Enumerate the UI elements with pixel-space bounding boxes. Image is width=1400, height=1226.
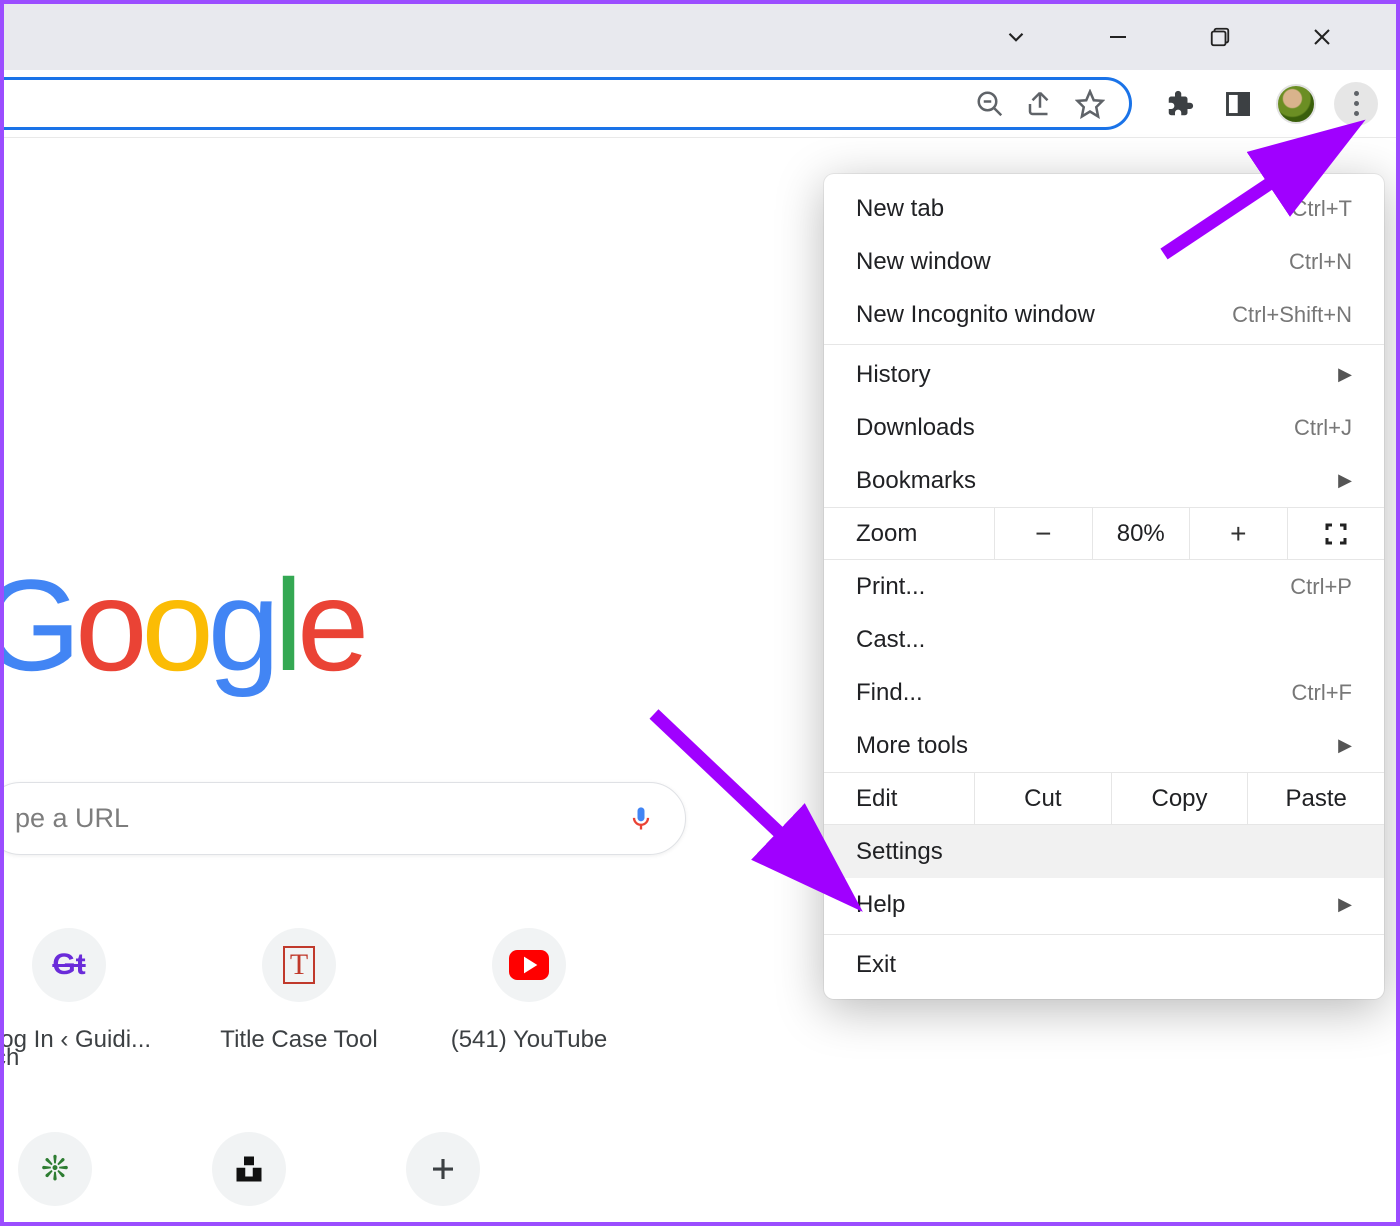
sidepanel-button[interactable] (1218, 84, 1258, 124)
shortcut-label: (541) YouTube (451, 1026, 608, 1054)
shortcuts-row: Gt Log In ‹ Guidi... T Title Case Tool (… (0, 928, 634, 1054)
more-menu-button[interactable] (1334, 82, 1378, 126)
chevron-right-icon: ▶ (1338, 470, 1352, 491)
menu-zoom-row: Zoom − 80% + (824, 507, 1384, 560)
menu-print[interactable]: Print...Ctrl+P (824, 560, 1384, 613)
more-vertical-icon (1354, 91, 1359, 116)
extensions-button[interactable] (1160, 84, 1200, 124)
menu-help[interactable]: Help▶ (824, 878, 1384, 931)
zoom-label: Zoom (824, 520, 994, 548)
browser-toolbar (4, 70, 1396, 138)
chevron-right-icon: ▶ (1338, 894, 1352, 915)
shortcut-item[interactable]: (541) YouTube (424, 928, 634, 1054)
chrome-menu: New tabCtrl+T New windowCtrl+N New Incog… (824, 174, 1384, 999)
chevron-right-icon: ▶ (1338, 364, 1352, 385)
zoom-value: 80% (1092, 508, 1190, 559)
zoom-out-button[interactable]: − (994, 508, 1092, 559)
shortcut-item[interactable]: T Title Case Tool (194, 928, 404, 1054)
search-placeholder: pe a URL (15, 803, 129, 834)
shortcut-icon-gt: Gt (32, 928, 106, 1002)
share-icon[interactable] (1023, 87, 1057, 121)
omnibox[interactable] (4, 77, 1132, 130)
add-shortcut-button[interactable] (406, 1132, 480, 1206)
menu-bookmarks[interactable]: Bookmarks▶ (824, 454, 1384, 507)
chevron-down-icon[interactable] (1002, 23, 1030, 51)
menu-find[interactable]: Find...Ctrl+F (824, 666, 1384, 719)
menu-more-tools[interactable]: More tools▶ (824, 719, 1384, 772)
paste-button[interactable]: Paste (1247, 773, 1384, 824)
youtube-icon (492, 928, 566, 1002)
edit-label: Edit (824, 785, 974, 813)
shortcut-icon-unsplash[interactable] (212, 1132, 286, 1206)
shortcut-icon-t: T (262, 928, 336, 1002)
menu-edit-row: Edit Cut Copy Paste (824, 772, 1384, 825)
zoom-in-button[interactable]: + (1189, 508, 1287, 559)
menu-exit[interactable]: Exit (824, 938, 1384, 991)
menu-cast[interactable]: Cast... (824, 613, 1384, 666)
menu-settings[interactable]: Settings (824, 825, 1384, 878)
shortcut-label: Title Case Tool (220, 1026, 377, 1054)
minimize-button[interactable] (1104, 23, 1132, 51)
profile-avatar[interactable] (1276, 84, 1316, 124)
shortcut-icon-leaf[interactable]: ❊ (18, 1132, 92, 1206)
shortcuts-row-2: ❊ (4, 1132, 480, 1206)
cut-button[interactable]: Cut (974, 773, 1111, 824)
google-logo: Google (0, 550, 363, 700)
maximize-button[interactable] (1206, 23, 1234, 51)
mic-icon[interactable] (627, 805, 655, 833)
shortcut-label: Log In ‹ Guidi... (0, 1026, 151, 1054)
menu-new-window[interactable]: New windowCtrl+N (824, 235, 1384, 288)
shortcut-item[interactable]: Gt Log In ‹ Guidi... (0, 928, 174, 1054)
copy-button[interactable]: Copy (1111, 773, 1248, 824)
menu-incognito[interactable]: New Incognito windowCtrl+Shift+N (824, 288, 1384, 341)
menu-new-tab[interactable]: New tabCtrl+T (824, 182, 1384, 235)
zoom-out-icon[interactable] (973, 87, 1007, 121)
menu-downloads[interactable]: DownloadsCtrl+J (824, 401, 1384, 454)
search-box[interactable]: pe a URL (0, 782, 686, 855)
chevron-right-icon: ▶ (1338, 735, 1352, 756)
star-icon[interactable] (1073, 87, 1107, 121)
menu-history[interactable]: History▶ (824, 348, 1384, 401)
close-button[interactable] (1308, 23, 1336, 51)
fullscreen-button[interactable] (1287, 508, 1385, 559)
window-controls (4, 4, 1396, 70)
